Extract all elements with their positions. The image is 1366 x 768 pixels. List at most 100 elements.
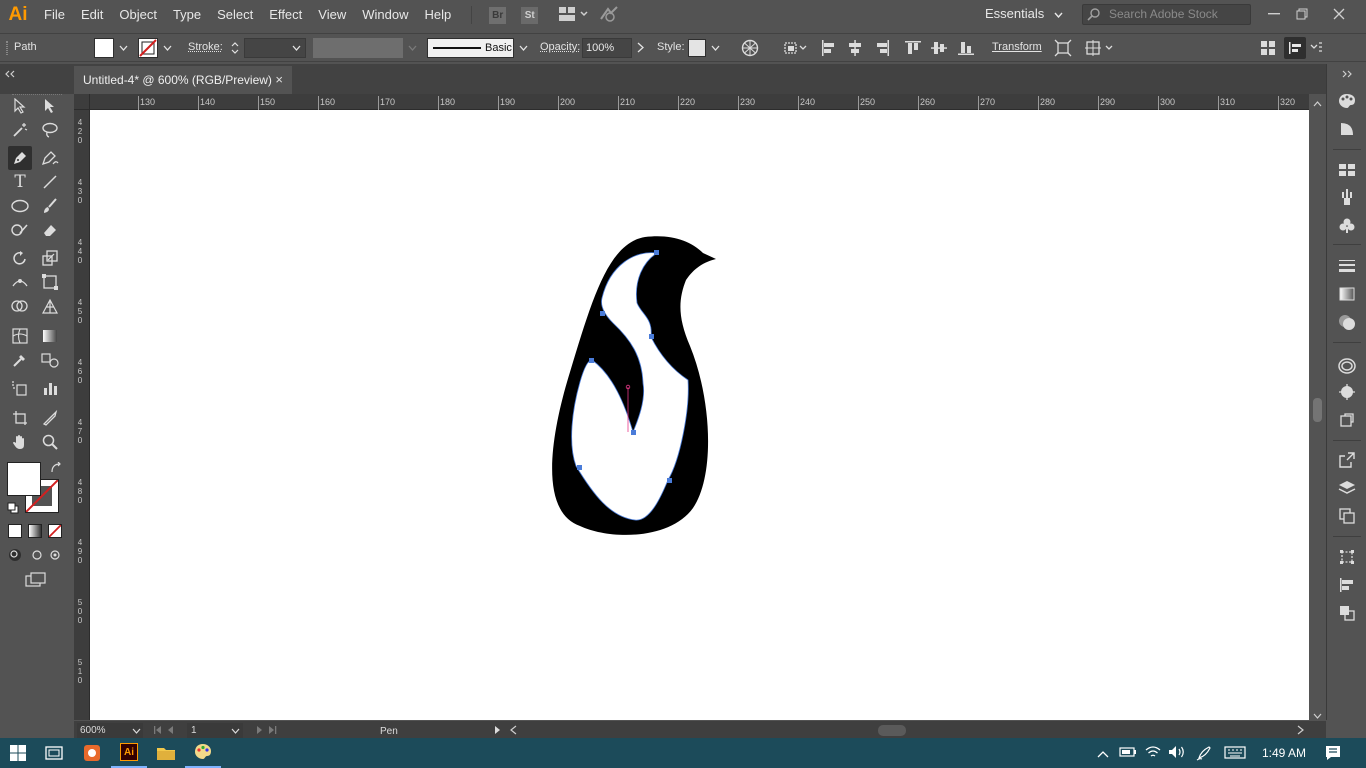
opacity-arrow-icon[interactable] [637, 42, 644, 56]
last-artboard-icon[interactable] [254, 725, 280, 738]
align-to-icon[interactable] [782, 39, 808, 60]
pen-workspace-icon[interactable] [1196, 745, 1212, 764]
menu-select[interactable]: Select [209, 0, 261, 30]
slice-tool-icon[interactable] [38, 406, 62, 430]
vertical-scroll-thumb[interactable] [1313, 398, 1322, 422]
align-panel-icon[interactable] [1337, 575, 1357, 595]
rotate-tool-icon[interactable] [8, 246, 32, 270]
artboard-tool-icon[interactable] [8, 406, 32, 430]
eyedropper-tool-icon[interactable] [8, 348, 32, 372]
align-center-icon[interactable] [846, 39, 864, 60]
line-segment-tool-icon[interactable] [38, 170, 62, 194]
gpu-performance-icon[interactable] [599, 5, 621, 26]
zoom-field[interactable]: 600% [77, 723, 143, 738]
anchor-point[interactable] [577, 465, 582, 470]
recolor-artwork-icon[interactable] [741, 39, 759, 60]
color-guide-icon[interactable] [1337, 119, 1357, 139]
stroke-label[interactable]: Stroke: [188, 41, 223, 53]
paintbrush-tool-icon[interactable] [38, 194, 62, 218]
scroll-down-icon[interactable] [1313, 708, 1322, 722]
scale-tool-icon[interactable] [38, 246, 62, 270]
arrange-panels-icon[interactable] [1259, 39, 1277, 60]
anchor-point[interactable] [600, 311, 605, 316]
transform-link[interactable]: Transform [992, 41, 1042, 53]
file-explorer-icon[interactable] [148, 738, 184, 768]
mesh-tool-icon[interactable] [8, 324, 32, 348]
default-fill-stroke-icon[interactable] [7, 502, 19, 517]
ellipse-tool-icon[interactable] [8, 194, 32, 218]
scroll-up-icon[interactable] [1313, 96, 1322, 110]
eraser-tool-icon[interactable] [38, 218, 62, 242]
shape-builder-tool-icon[interactable] [8, 294, 32, 318]
align-top-icon[interactable] [904, 39, 922, 60]
status-menu-arrow-icon[interactable] [494, 725, 501, 738]
opacity-field[interactable]: 100% [582, 38, 632, 58]
grip-handle[interactable] [6, 41, 8, 55]
direct-selection-tool-icon[interactable] [38, 94, 62, 118]
zoom-tool-icon[interactable] [38, 430, 62, 454]
screen-mode-icon[interactable] [25, 572, 47, 591]
lasso-tool-icon[interactable] [38, 118, 62, 142]
style-dropdown-icon[interactable] [711, 43, 721, 53]
stock-button[interactable]: St [521, 6, 539, 24]
brush-dropdown-icon[interactable] [519, 43, 529, 53]
shaper-tool-icon[interactable] [8, 218, 32, 242]
fill-swatch[interactable] [94, 38, 114, 58]
transform-panel-icon[interactable] [1337, 547, 1357, 567]
artboard-field[interactable]: 1 [187, 723, 243, 738]
gradient-panel-icon[interactable] [1337, 284, 1357, 304]
menu-type[interactable]: Type [165, 0, 209, 30]
fill-dropdown-icon[interactable] [119, 43, 129, 53]
control-panel-menu-icon[interactable] [1309, 39, 1323, 60]
fill-color-box[interactable] [7, 462, 41, 496]
width-tool-icon[interactable] [8, 270, 32, 294]
artboard-canvas[interactable] [90, 110, 1309, 720]
curvature-tool-icon[interactable] [38, 146, 62, 170]
document-tab[interactable]: Untitled-4* @ 600% (RGB/Preview) × [74, 66, 292, 94]
restore-button[interactable] [1284, 0, 1320, 28]
type-tool-icon[interactable]: T [8, 170, 32, 194]
stroke-swatch[interactable] [138, 38, 158, 58]
magic-wand-tool-icon[interactable] [8, 118, 32, 142]
none-mode-button[interactable] [48, 524, 62, 538]
gradient-tool-icon[interactable] [38, 324, 62, 348]
layers-icon[interactable] [1337, 478, 1357, 498]
battery-icon[interactable] [1119, 746, 1137, 761]
menu-file[interactable]: File [36, 0, 73, 30]
color-palette-icon[interactable] [1337, 91, 1357, 111]
wifi-icon[interactable] [1145, 745, 1161, 762]
close-window-button[interactable] [1321, 0, 1357, 28]
selection-tool-icon[interactable] [8, 94, 32, 118]
graphic-style-swatch[interactable] [688, 39, 706, 57]
windows-start-icon[interactable] [0, 738, 36, 768]
horizontal-scroll-thumb[interactable] [878, 725, 906, 736]
appearance-icon[interactable] [1337, 356, 1357, 376]
image-trace-icon[interactable] [1337, 410, 1357, 430]
bridge-button[interactable]: Br [489, 6, 507, 24]
action-center-icon[interactable] [1325, 745, 1341, 764]
symbols-icon[interactable] [1337, 215, 1357, 235]
brush-definition[interactable]: Basic [427, 38, 514, 58]
anchor-point[interactable] [589, 358, 594, 363]
profile-dropdown-icon[interactable] [408, 43, 418, 53]
vertical-scrollbar[interactable] [1309, 94, 1326, 720]
close-tab-icon[interactable]: × [275, 72, 283, 87]
swap-fill-stroke-icon[interactable] [50, 461, 62, 477]
graphic-styles-icon[interactable] [1337, 382, 1357, 402]
anchor-point[interactable] [654, 250, 659, 255]
artboard-dropdown-icon[interactable] [231, 728, 240, 734]
scroll-left-icon[interactable] [510, 725, 517, 738]
stroke-panel-icon[interactable] [1337, 256, 1357, 276]
expand-panels-icon[interactable] [1341, 67, 1353, 81]
menu-help[interactable]: Help [416, 0, 459, 30]
menu-edit[interactable]: Edit [73, 0, 111, 30]
opacity-label[interactable]: Opacity: [540, 41, 580, 53]
isolate-object-icon[interactable] [1054, 39, 1072, 60]
align-bottom-icon[interactable] [957, 39, 975, 60]
ruler-origin[interactable] [74, 94, 90, 110]
export-icon[interactable] [1337, 450, 1357, 470]
symbol-sprayer-tool-icon[interactable] [8, 376, 32, 400]
pen-tool-icon[interactable] [8, 146, 32, 170]
puppet-warp-icon[interactable] [1084, 39, 1114, 60]
anchor-point[interactable] [631, 430, 636, 435]
